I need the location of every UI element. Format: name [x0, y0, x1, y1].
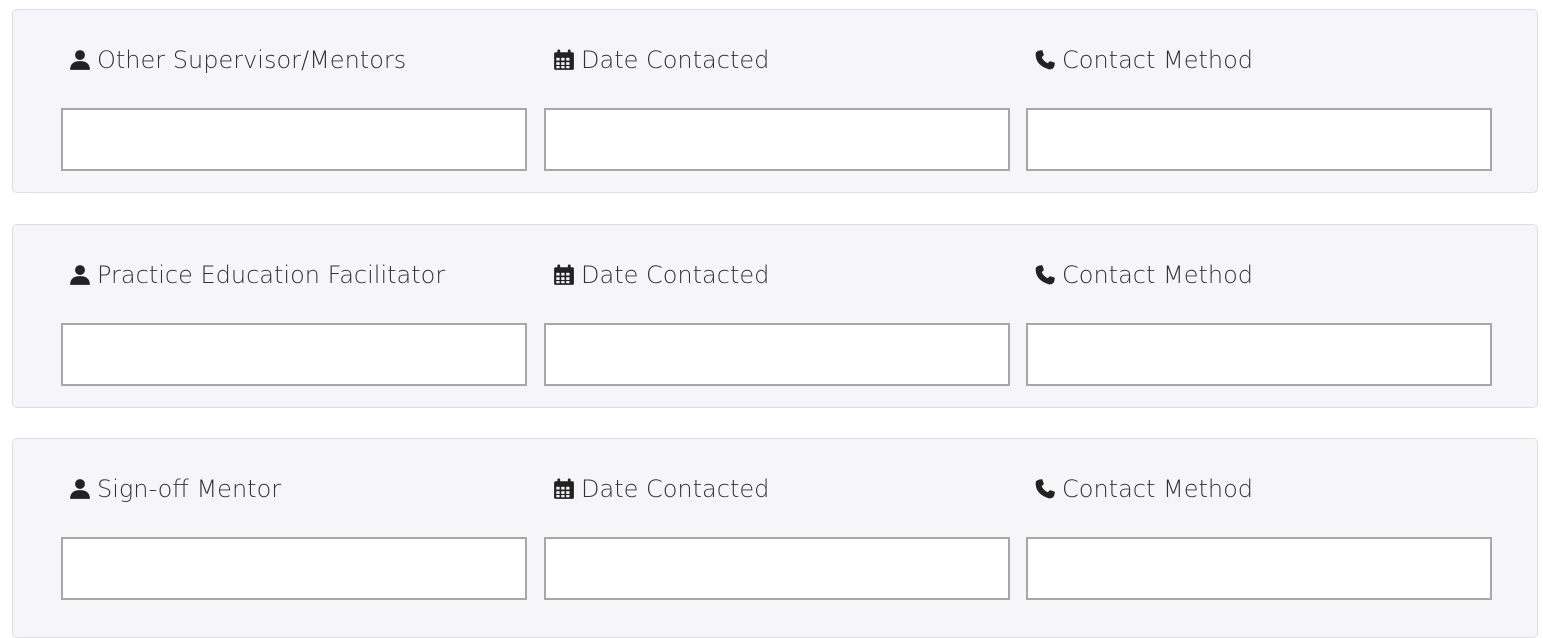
contact-method-input[interactable]	[1026, 323, 1492, 386]
phone-icon	[1035, 479, 1055, 499]
contact-method-label-text: Contact Method	[1062, 46, 1254, 74]
date-contacted-input[interactable]	[544, 537, 1010, 600]
other-supervisor-label: Other Supervisor/Mentors	[69, 46, 406, 74]
contact-method-input[interactable]	[1026, 537, 1492, 600]
other-supervisor-input[interactable]	[61, 108, 527, 171]
practice-education-facilitator-input[interactable]	[61, 323, 527, 386]
date-contacted-label-text: Date Contacted	[581, 261, 770, 289]
date-contacted-label: Date Contacted	[553, 46, 769, 74]
other-supervisor-label-text: Other Supervisor/Mentors	[97, 46, 407, 74]
contact-method-label: Contact Method	[1034, 475, 1253, 503]
contact-method-input[interactable]	[1026, 108, 1492, 171]
phone-icon	[1035, 50, 1055, 70]
contact-method-label-text: Contact Method	[1062, 261, 1254, 289]
calendar-icon	[554, 264, 574, 285]
contact-method-label: Contact Method	[1034, 46, 1253, 74]
contact-method-label: Contact Method	[1034, 261, 1253, 289]
practice-education-facilitator-label: Practice Education Facilitator	[69, 261, 445, 289]
date-contacted-input[interactable]	[544, 108, 1010, 171]
date-contacted-input[interactable]	[544, 323, 1010, 386]
user-icon	[70, 50, 90, 70]
date-contacted-label: Date Contacted	[553, 475, 769, 503]
user-icon	[70, 479, 90, 499]
date-contacted-label-text: Date Contacted	[581, 475, 770, 503]
date-contacted-label: Date Contacted	[553, 261, 769, 289]
user-icon	[70, 265, 90, 285]
date-contacted-label-text: Date Contacted	[581, 46, 770, 74]
sign-off-mentor-label: Sign-off Mentor	[69, 475, 281, 503]
other-supervisor-panel: Other Supervisor/Mentors Date Contacted …	[12, 9, 1538, 193]
sign-off-mentor-label-text: Sign-off Mentor	[97, 475, 282, 503]
calendar-icon	[554, 478, 574, 499]
sign-off-mentor-panel: Sign-off Mentor Date Contacted Contact M…	[12, 438, 1538, 638]
contact-method-label-text: Contact Method	[1062, 475, 1254, 503]
phone-icon	[1035, 265, 1055, 285]
calendar-icon	[554, 49, 574, 70]
sign-off-mentor-input[interactable]	[61, 537, 527, 600]
practice-education-facilitator-label-text: Practice Education Facilitator	[97, 261, 446, 289]
practice-education-facilitator-panel: Practice Education Facilitator Date Cont…	[12, 224, 1538, 408]
